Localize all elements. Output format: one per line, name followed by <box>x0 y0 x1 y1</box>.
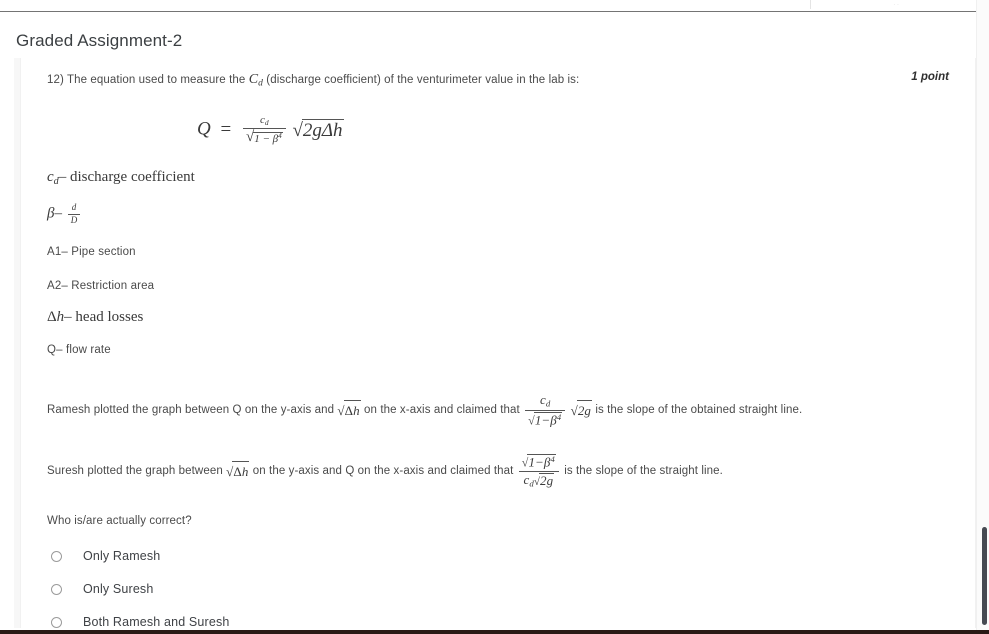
question-header-row: 12) The equation used to measure the Cd … <box>21 58 975 91</box>
beta-fraction: d D <box>67 202 81 225</box>
vertical-scrollbar-thumb[interactable] <box>982 527 987 625</box>
option-label: Only Suresh <box>83 582 154 597</box>
definition-delta-h: Δh– head losses <box>47 309 144 326</box>
definition-beta: β– d D <box>21 202 975 225</box>
definition-a1: A1– Pipe section <box>47 246 136 259</box>
equation-fraction: cd √1 − β4 <box>242 115 286 146</box>
header-rule <box>0 11 989 12</box>
claim-suresh-fraction: √1−β4 cd√2g <box>518 454 559 488</box>
sub-question: Who is/are actually correct? <box>47 514 192 527</box>
equation-fraction-denominator: √1 − β4 <box>245 129 283 146</box>
option-both-ramesh-and-suresh[interactable]: Both Ramesh and Suresh <box>47 606 949 628</box>
options-group: Only Ramesh Only Suresh Both Ramesh and … <box>21 540 975 628</box>
option-label: Only Ramesh <box>83 549 161 564</box>
claim-ramesh-part1: Ramesh plotted the graph between Q on th… <box>47 404 335 417</box>
browser-chrome-sliver: ·· <box>0 0 989 11</box>
question-inline-cd: Cd <box>248 72 263 89</box>
claim-ramesh-radical-2g: √2g <box>571 400 593 421</box>
question-prompt-part2: (discharge coefficient) of the venturime… <box>266 74 580 86</box>
equation-radical-2gdh: √2gΔh <box>292 119 344 142</box>
option-only-suresh[interactable]: Only Suresh <box>47 573 949 606</box>
definition-a2: A2– Restriction area <box>47 280 155 293</box>
claim-suresh-part3: is the slope of the straight line. <box>564 465 723 478</box>
claim-suresh-part1: Suresh plotted the graph between <box>47 465 223 478</box>
main-equation: Q = cd √1 − β4 √2gΔh <box>21 115 975 159</box>
bottom-edge-bar <box>0 630 989 634</box>
definition-q: Q– flow rate <box>47 344 111 357</box>
points-badge: 1 point <box>911 71 949 83</box>
radio-button-icon[interactable] <box>51 583 62 595</box>
claim-suresh-part2: on the y-axis and Q on the x-axis and cl… <box>252 465 514 478</box>
radio-button-icon[interactable] <box>51 550 62 562</box>
claim-suresh: Suresh plotted the graph between √Δh on … <box>21 454 975 488</box>
equation-equals: = <box>220 119 232 141</box>
radio-button-icon[interactable] <box>51 616 62 628</box>
claim-ramesh-fraction: cd √1−β4 <box>525 393 566 427</box>
chrome-divider-left <box>810 0 811 9</box>
page-title: Graded Assignment-2 <box>16 31 183 50</box>
claim-ramesh: Ramesh plotted the graph between Q on th… <box>21 393 975 427</box>
chrome-ghost-text: ·· <box>893 1 901 9</box>
question-prompt: 12) The equation used to measure the Cd … <box>47 70 579 91</box>
claim-suresh-radical-dh: √Δh <box>226 461 250 482</box>
claim-ramesh-part2: on the x-axis and claimed that <box>364 404 520 417</box>
equation-lhs: Q <box>197 119 211 141</box>
option-only-ramesh[interactable]: Only Ramesh <box>47 540 949 573</box>
definition-cd: cd– discharge coefficient <box>47 169 195 188</box>
claim-ramesh-part3: is the slope of the obtained straight li… <box>595 404 803 417</box>
claim-ramesh-radical-dh: √Δh <box>337 400 361 421</box>
vertical-scrollbar-track[interactable] <box>976 0 989 634</box>
question-card: 12) The equation used to measure the Cd … <box>20 58 976 628</box>
question-prompt-part1: The equation used to measure the <box>67 74 246 86</box>
option-label: Both Ramesh and Suresh <box>83 615 230 628</box>
equation-fraction-numerator: cd <box>242 115 286 130</box>
question-number: 12) <box>47 74 64 86</box>
